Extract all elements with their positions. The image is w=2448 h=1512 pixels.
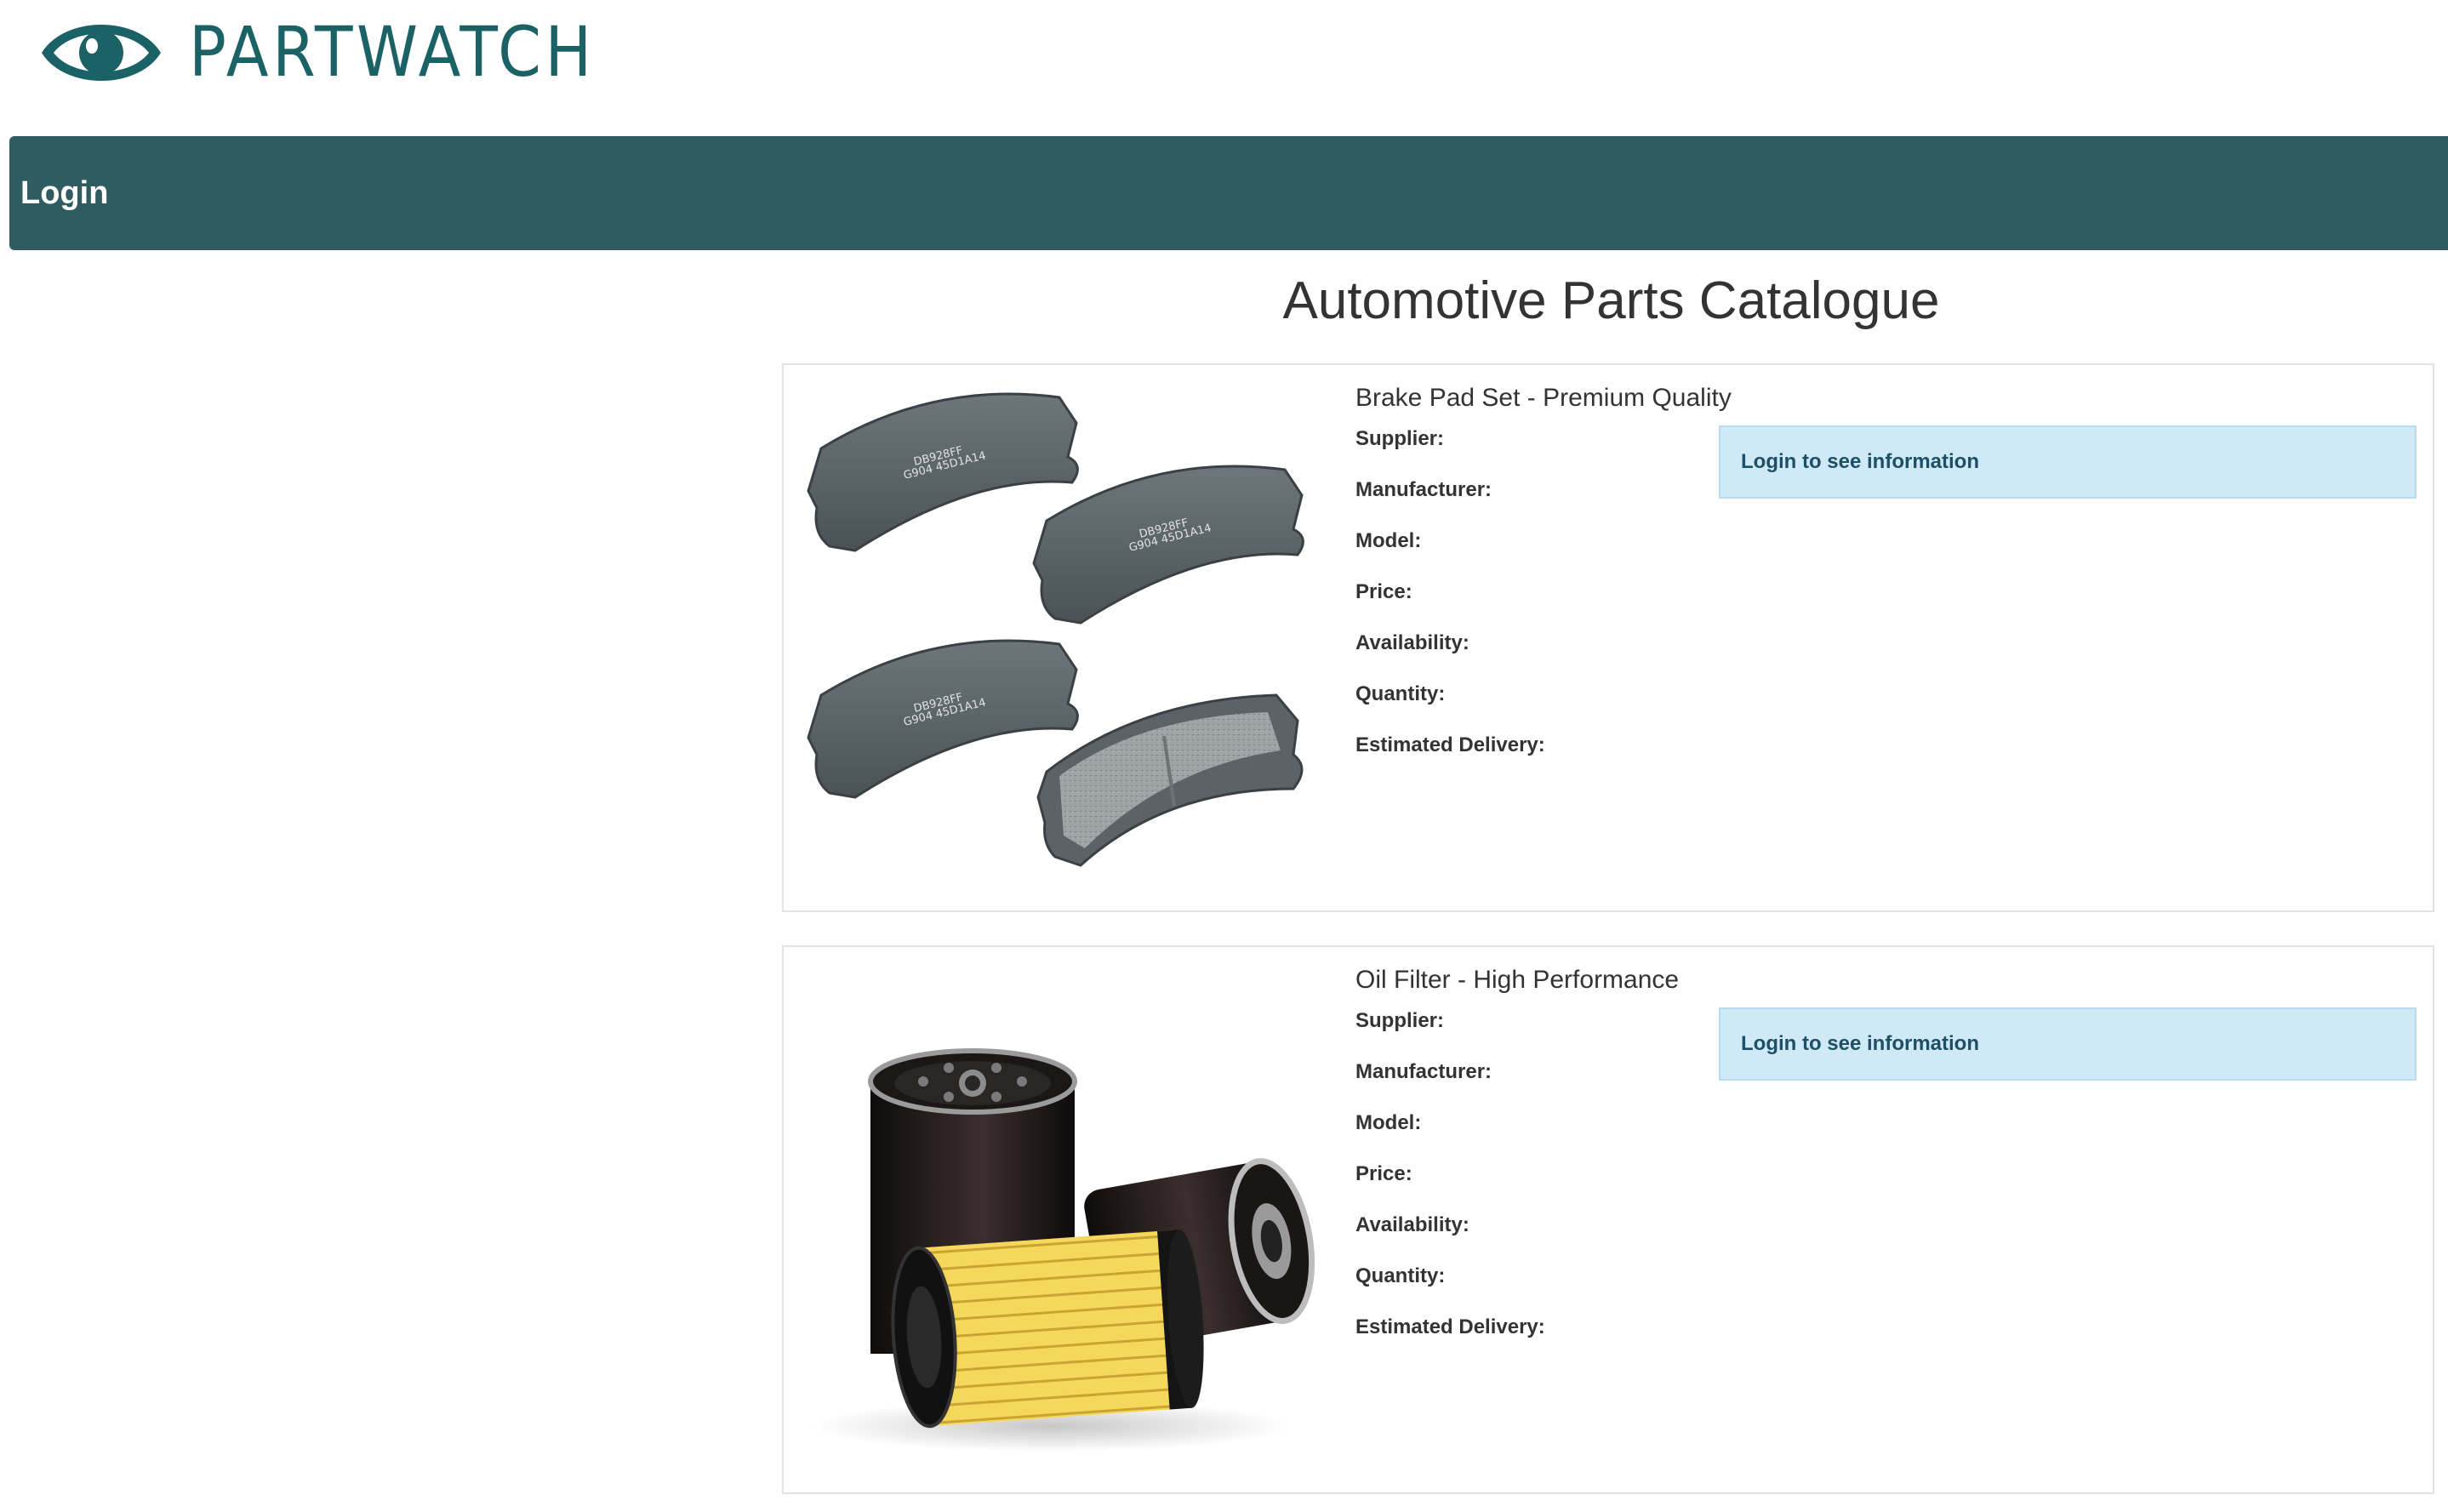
login-notice: Login to see information [1719,425,2417,499]
product-card: Oil Filter - High Performance Supplier: … [782,945,2434,1494]
manufacturer-label: Manufacturer: [1355,478,1492,501]
login-link[interactable]: Login [20,175,108,212]
estimated-delivery-label: Estimated Delivery: [1355,733,1545,756]
product-fields: Supplier: Manufacturer: Model: Price: Av… [1355,1008,1545,1366]
top-navbar: Login [9,136,2448,250]
manufacturer-label: Manufacturer: [1355,1060,1492,1083]
brand-name: PARTWATCH [189,12,596,93]
product-fields: Supplier: Manufacturer: Model: Price: Av… [1355,426,1545,784]
page-title: Automotive Parts Catalogue [1282,271,1940,330]
supplier-label: Supplier: [1355,1009,1445,1032]
quantity-label: Quantity: [1355,682,1446,705]
estimated-delivery-label: Estimated Delivery: [1355,1315,1545,1338]
availability-label: Availability: [1355,631,1469,654]
product-name: Brake Pad Set - Premium Quality [1355,384,1732,412]
product-card: DB928FF G904 45D1A14 DB928FF G904 45D1A1… [782,363,2434,912]
oil-filters-image [813,1048,1315,1452]
quantity-label: Quantity: [1355,1264,1446,1287]
supplier-label: Supplier: [1355,427,1445,450]
price-label: Price: [1355,1162,1412,1185]
model-label: Model: [1355,1111,1422,1134]
partwatch-logo[interactable]: PARTWATCH [39,12,641,94]
brake-pads-image: DB928FF G904 45D1A14 DB928FF G904 45D1A1… [807,392,1304,867]
product-name: Oil Filter - High Performance [1355,966,1680,994]
model-label: Model: [1355,529,1422,552]
login-notice: Login to see information [1719,1007,2417,1081]
availability-label: Availability: [1355,1213,1469,1236]
price-label: Price: [1355,580,1412,603]
eye-icon [42,25,161,81]
